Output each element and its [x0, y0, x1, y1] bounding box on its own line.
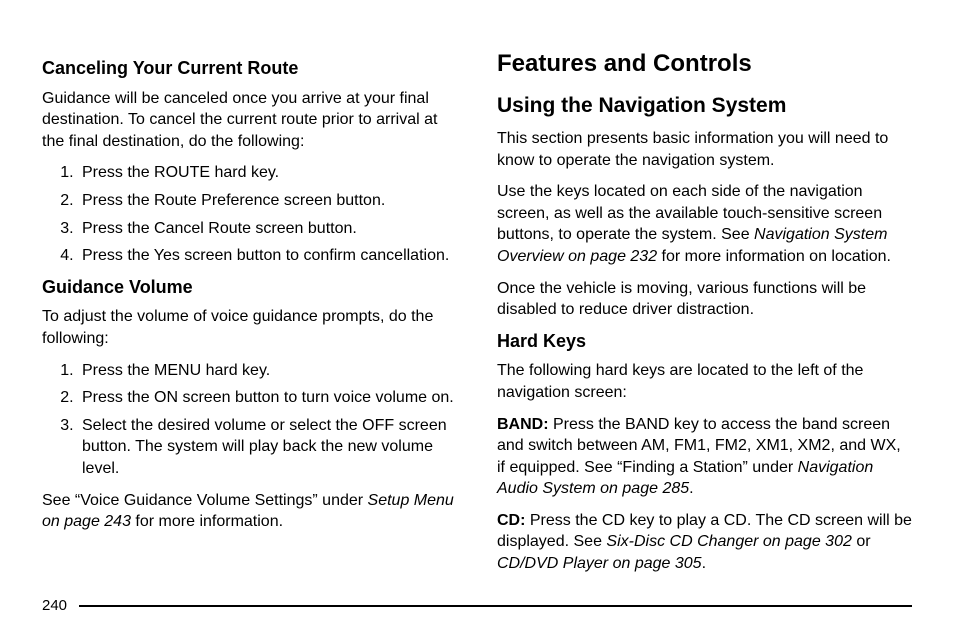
guidance-volume-steps: Press the MENU hard key. Press the ON sc…	[42, 360, 457, 480]
list-item: Press the Route Preference screen button…	[78, 190, 457, 212]
heading-using-nav: Using the Navigation System	[497, 93, 912, 118]
guidance-volume-note: See “Voice Guidance Volume Settings” und…	[42, 490, 457, 533]
body-text: or	[852, 533, 871, 550]
cross-reference: CD/DVD Player on page 305	[497, 555, 702, 572]
page-footer: 240	[42, 597, 912, 614]
key-label-cd: CD:	[497, 512, 525, 529]
guidance-volume-intro: To adjust the volume of voice guidance p…	[42, 306, 457, 349]
right-column: Features and Controls Using the Navigati…	[497, 50, 912, 580]
heading-cancel-route: Canceling Your Current Route	[42, 58, 457, 80]
manual-page: Canceling Your Current Route Guidance wi…	[0, 0, 954, 636]
list-item: Press the ROUTE hard key.	[78, 162, 457, 184]
body-text: for more information on location.	[657, 248, 891, 265]
list-item: Press the Yes screen button to confirm c…	[78, 245, 457, 267]
list-item: Select the desired volume or select the …	[78, 415, 457, 480]
note-text: for more information.	[131, 513, 283, 530]
note-text: See “Voice Guidance Volume Settings” und…	[42, 492, 368, 509]
hard-key-cd: CD: Press the CD key to play a CD. The C…	[497, 510, 912, 575]
body-text: .	[689, 480, 693, 497]
two-column-layout: Canceling Your Current Route Guidance wi…	[42, 50, 912, 580]
hard-keys-intro: The following hard keys are located to t…	[497, 360, 912, 403]
using-nav-p3: Once the vehicle is moving, various func…	[497, 278, 912, 321]
left-column: Canceling Your Current Route Guidance wi…	[42, 50, 457, 580]
footer-rule	[79, 605, 912, 607]
key-label-band: BAND:	[497, 416, 549, 433]
list-item: Press the MENU hard key.	[78, 360, 457, 382]
using-nav-p2: Use the keys located on each side of the…	[497, 181, 912, 267]
page-number: 240	[42, 597, 67, 614]
heading-hard-keys: Hard Keys	[497, 331, 912, 353]
section-title: Features and Controls	[497, 50, 912, 79]
list-item: Press the Cancel Route screen button.	[78, 218, 457, 240]
list-item: Press the ON screen button to turn voice…	[78, 387, 457, 409]
cross-reference: Six-Disc CD Changer on page 302	[606, 533, 851, 550]
cancel-route-steps: Press the ROUTE hard key. Press the Rout…	[42, 162, 457, 266]
using-nav-p1: This section presents basic information …	[497, 128, 912, 171]
hard-key-band: BAND: Press the BAND key to access the b…	[497, 414, 912, 500]
body-text: .	[702, 555, 706, 572]
cancel-route-intro: Guidance will be canceled once you arriv…	[42, 88, 457, 153]
heading-guidance-volume: Guidance Volume	[42, 277, 457, 299]
